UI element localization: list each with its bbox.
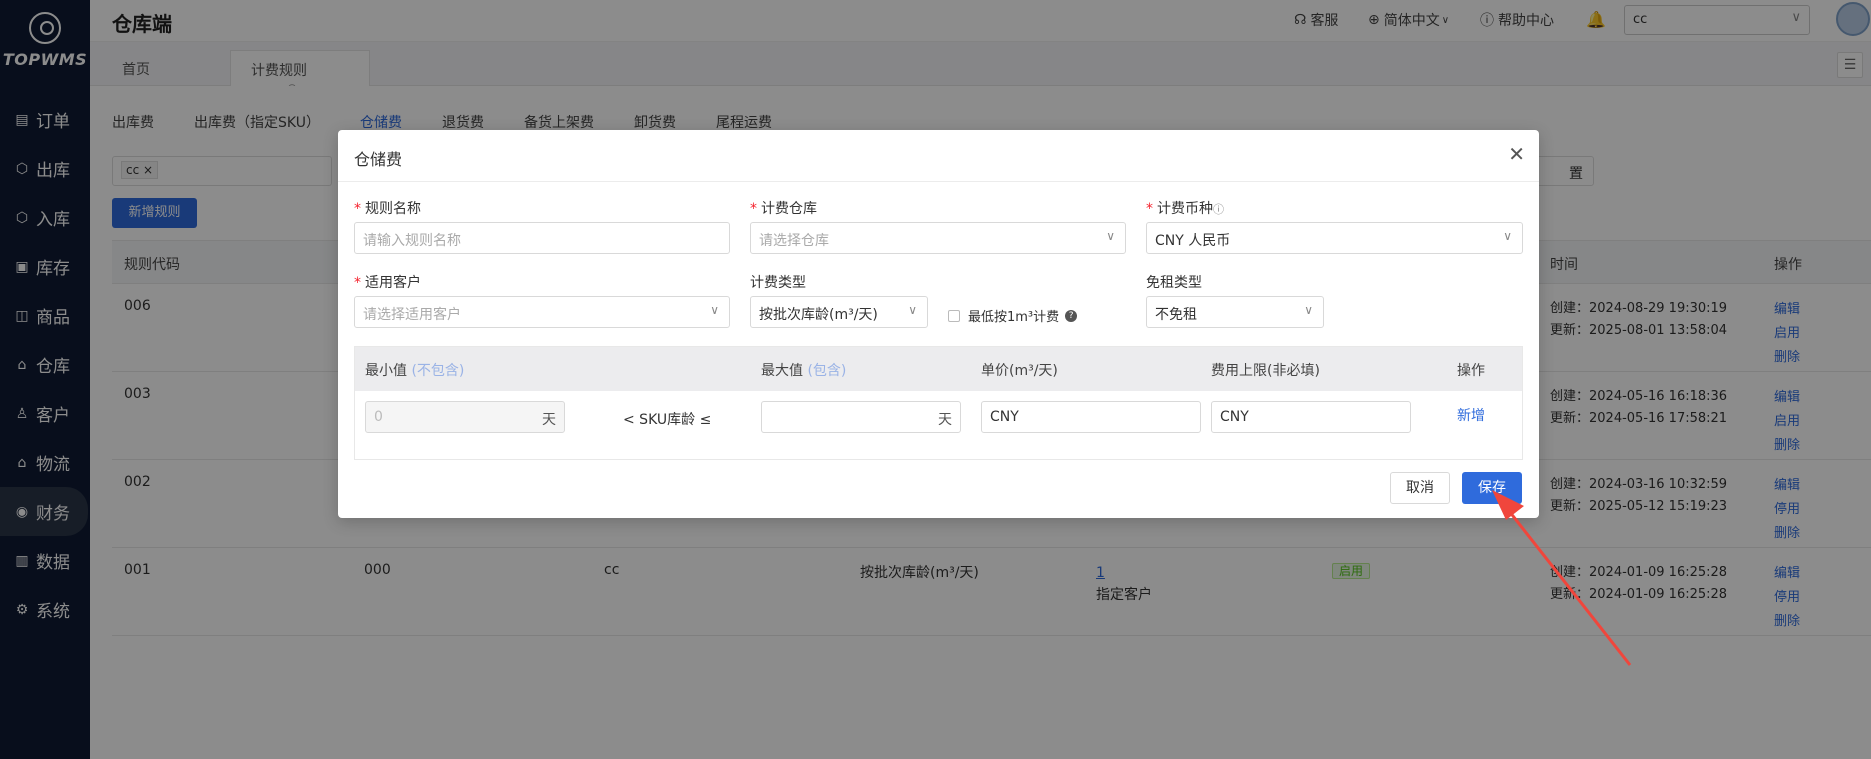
min-1m3-checkbox[interactable]: 最低按1m³计费?	[948, 306, 1078, 325]
chevron-down-icon: ∨	[908, 303, 917, 317]
billing-type-label: 计费类型	[750, 275, 806, 291]
warehouse-select[interactable]: 请选择仓库 ∨	[750, 222, 1126, 254]
chevron-down-icon: ∨	[1304, 303, 1313, 317]
chevron-down-icon: ∨	[1503, 229, 1512, 243]
billing-type-select[interactable]: 按批次库龄(m³/天) ∨	[750, 296, 928, 328]
modal-title: 仓储费	[354, 150, 403, 169]
max-value-input[interactable]: 天	[761, 401, 961, 433]
rule-name-label: * 规则名称	[354, 201, 421, 217]
header-price: 单价(m³/天)	[981, 363, 1058, 379]
header-cap: 费用上限(非必填)	[1211, 363, 1320, 379]
chevron-down-icon: ∨	[1106, 229, 1115, 243]
header-min: 最小值 (不包含)	[365, 363, 465, 379]
currency-label: * 计费币种ⓘ	[1146, 201, 1224, 217]
customer-label: * 适用客户	[354, 275, 421, 291]
close-icon[interactable]: ✕	[1508, 142, 1525, 166]
min-value-input: 0天	[365, 401, 565, 433]
checkbox-box[interactable]	[948, 309, 960, 322]
cancel-button[interactable]: 取消	[1390, 472, 1450, 504]
currency-select[interactable]: CNY 人民币 ∨	[1146, 222, 1523, 254]
help-icon[interactable]: ?	[1065, 309, 1078, 322]
header-max: 最大值 (包含)	[761, 363, 847, 379]
warehouse-label: * 计费仓库	[750, 201, 817, 217]
range-table-header: 最小值 (不包含) 最大值 (包含) 单价(m³/天) 费用上限(非必填) 操作	[355, 347, 1522, 391]
add-range-link[interactable]: 新增	[1457, 405, 1485, 425]
chevron-down-icon: ∨	[710, 303, 719, 317]
range-row: 0天 < SKU库龄 ≤ 天 CNY CNY 新增	[355, 391, 1522, 461]
save-button[interactable]: 保存	[1462, 472, 1522, 504]
customer-select[interactable]: 请选择适用客户 ∨	[354, 296, 730, 328]
storage-fee-modal: 仓储费 ✕ * 规则名称 请输入规则名称 * 计费仓库 请选择仓库 ∨ * 计费币种ⓘ …	[338, 130, 1539, 518]
range-table: 最小值 (不包含) 最大值 (包含) 单价(m³/天) 费用上限(非必填) 操作…	[354, 346, 1523, 460]
rule-name-input[interactable]: 请输入规则名称	[354, 222, 730, 254]
help-icon[interactable]: ⓘ	[1213, 203, 1224, 216]
fee-cap-input[interactable]: CNY	[1211, 401, 1411, 433]
unit-price-input[interactable]: CNY	[981, 401, 1201, 433]
free-type-label: 免租类型	[1146, 275, 1202, 291]
header-ops: 操作	[1457, 363, 1485, 379]
divider	[338, 181, 1539, 182]
sku-age-condition: < SKU库龄 ≤	[623, 412, 712, 428]
free-type-select[interactable]: 不免租 ∨	[1146, 296, 1324, 328]
